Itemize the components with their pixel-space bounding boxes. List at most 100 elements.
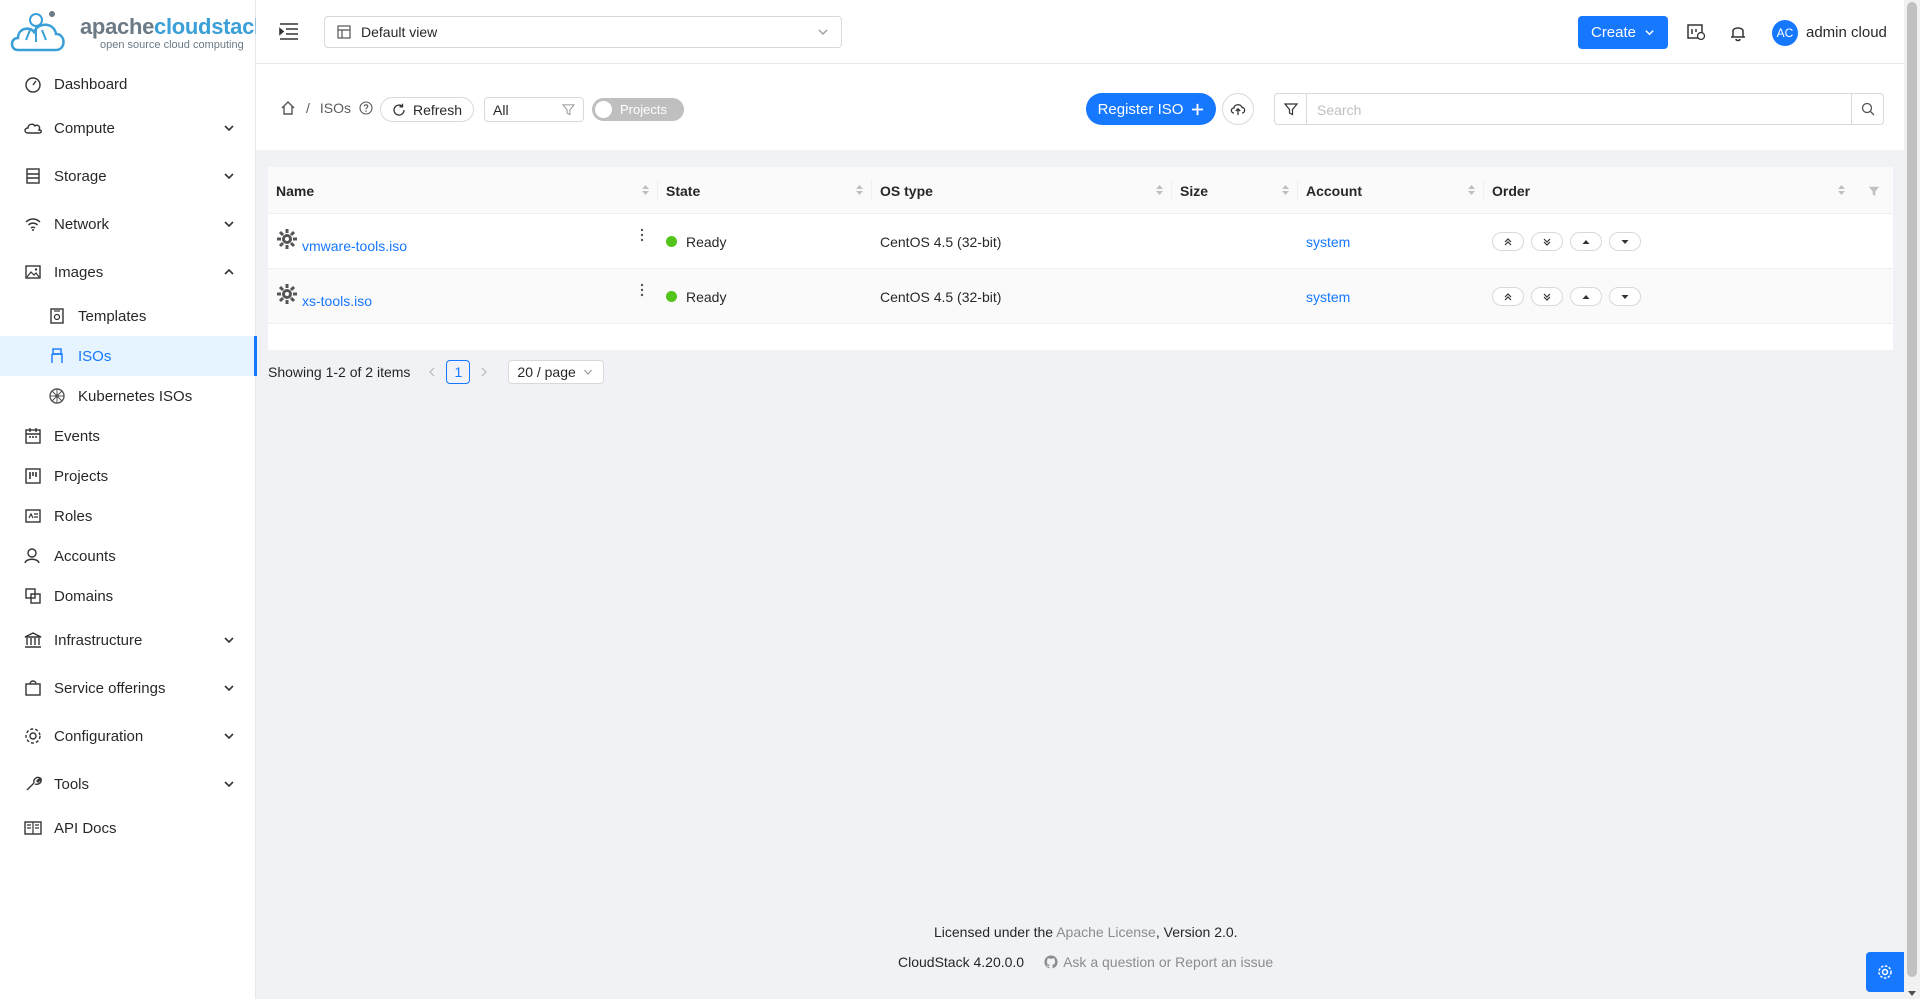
search-button[interactable]: [1851, 94, 1883, 124]
state-cell: Ready: [666, 269, 726, 324]
sidebar-item-accounts[interactable]: Accounts: [0, 536, 256, 576]
column-filter-button[interactable]: [1854, 167, 1893, 214]
status-dot: [666, 236, 677, 247]
sidebar-item-api-docs[interactable]: API Docs: [0, 808, 256, 848]
move-to-bottom-button[interactable]: [1531, 287, 1563, 306]
move-up-button[interactable]: [1570, 287, 1602, 306]
search-input[interactable]: [1317, 100, 1817, 120]
move-to-top-button[interactable]: [1492, 232, 1524, 251]
question-circle-icon[interactable]: [359, 101, 373, 115]
sidebar-item-events[interactable]: Events: [0, 416, 256, 456]
license-prefix: Licensed under the: [934, 924, 1057, 940]
notifications-button[interactable]: [1726, 20, 1750, 44]
sidebar-item-roles[interactable]: Roles: [0, 496, 256, 536]
sidebar-item-kubernetes-isos[interactable]: Kubernetes ISOs: [0, 376, 256, 416]
iso-name-link[interactable]: xs-tools.iso: [302, 293, 372, 309]
move-down-button[interactable]: [1609, 287, 1641, 306]
scrollbar-thumb[interactable]: [1907, 2, 1917, 977]
top-header: Default view Create AC admin cloud: [256, 0, 1904, 64]
sidebar-item-compute[interactable]: Compute: [0, 104, 256, 152]
column-header-account[interactable]: Account: [1298, 167, 1484, 214]
sidebar-item-label: Infrastructure: [54, 631, 143, 649]
column-header-state[interactable]: State: [658, 167, 872, 214]
sidebar-item-label: Network: [54, 215, 110, 233]
chevron-down-icon: [224, 125, 234, 132]
sidebar-item-service-offerings[interactable]: Service offerings: [0, 664, 256, 712]
page-scrollbar[interactable]: [1904, 0, 1920, 999]
move-to-top-button[interactable]: [1492, 287, 1524, 306]
sort-icon: [1282, 185, 1289, 195]
sidebar-item-dashboard[interactable]: Dashboard: [0, 64, 256, 104]
breadcrumb-current: ISOs: [319, 100, 352, 116]
plus-icon: [1192, 103, 1204, 115]
filter-select[interactable]: All: [484, 97, 584, 122]
search-filter-button[interactable]: [1275, 94, 1307, 124]
settings-button[interactable]: [1866, 952, 1904, 992]
more-vertical-icon[interactable]: [639, 228, 645, 242]
view-select[interactable]: Default view: [324, 16, 842, 48]
column-header-label: Name: [276, 182, 315, 199]
column-header-size[interactable]: Size: [1172, 167, 1298, 214]
register-iso-label: Register ISO: [1097, 100, 1184, 118]
view-select-value: Default view: [361, 24, 438, 40]
create-label: Create: [1590, 24, 1637, 41]
sidebar-item-projects[interactable]: Projects: [0, 456, 256, 496]
page-number[interactable]: 1: [446, 360, 471, 384]
scroll-down-arrow[interactable]: [1908, 991, 1916, 996]
iso-gear-icon: [277, 228, 297, 249]
column-header-order[interactable]: Order: [1484, 167, 1854, 214]
move-to-bottom-button[interactable]: [1531, 232, 1563, 251]
double-down-icon: [1543, 238, 1551, 246]
projects-switch-button[interactable]: [1684, 20, 1708, 44]
next-page-button[interactable]: [474, 367, 494, 377]
sidebar-item-isos[interactable]: ISOs: [0, 336, 257, 376]
column-header-name[interactable]: Name: [268, 167, 658, 214]
prev-page-button[interactable]: [422, 367, 442, 377]
move-up-button[interactable]: [1570, 232, 1602, 251]
iso-gear-icon: [277, 283, 297, 304]
register-iso-button[interactable]: Register ISO: [1086, 93, 1216, 125]
sidebar-item-templates[interactable]: Templates: [0, 296, 256, 336]
refresh-button[interactable]: Refresh: [380, 97, 474, 122]
sidebar-item-configuration[interactable]: Configuration: [0, 712, 256, 760]
account-link[interactable]: system: [1306, 269, 1350, 324]
shopping-icon: [24, 679, 42, 697]
search-icon: [1861, 102, 1874, 116]
iso-name-link[interactable]: vmware-tools.iso: [302, 238, 407, 254]
chevron-down-icon: [224, 781, 234, 788]
sidebar-item-network[interactable]: Network: [0, 200, 256, 248]
github-icon: [1044, 955, 1058, 969]
project-switch-icon: [1687, 24, 1706, 41]
sidebar-item-tools[interactable]: Tools: [0, 760, 256, 808]
column-header-os-type[interactable]: OS type: [872, 167, 1172, 214]
page-size-select[interactable]: 20 / page: [508, 360, 605, 384]
sidebar-item-storage[interactable]: Storage: [0, 152, 256, 200]
account-link[interactable]: system: [1306, 214, 1350, 269]
projects-toggle[interactable]: Projects: [592, 98, 684, 121]
sidebar-item-images[interactable]: Images: [0, 248, 256, 296]
upload-iso-button[interactable]: [1222, 93, 1254, 125]
menu-fold-icon[interactable]: [278, 20, 300, 42]
more-vertical-icon[interactable]: [639, 283, 645, 297]
read-icon: [24, 819, 42, 837]
chevron-down-icon: [584, 369, 593, 375]
move-down-button[interactable]: [1609, 232, 1641, 251]
avatar[interactable]: AC: [1772, 20, 1798, 46]
sidebar-item-domains[interactable]: Domains: [0, 576, 256, 616]
license-link[interactable]: Apache License: [1056, 924, 1156, 940]
kubernetes-icon: [48, 387, 66, 405]
create-button[interactable]: Create: [1578, 16, 1668, 49]
home-icon[interactable]: [280, 100, 296, 116]
sidebar-item-infrastructure[interactable]: Infrastructure: [0, 616, 256, 664]
filter-icon: [1868, 186, 1879, 196]
chevron-down-icon: [224, 733, 234, 740]
double-up-icon: [1504, 292, 1512, 300]
status-dot: [666, 291, 677, 302]
sidebar-item-label: Tools: [54, 775, 90, 793]
logo[interactable]: apachecloudstack open source cloud compu…: [8, 6, 266, 61]
report-issue-link[interactable]: Ask a question or Report an issue: [1044, 954, 1273, 970]
chevron-down-icon: [224, 685, 234, 692]
username[interactable]: admin cloud: [1806, 24, 1887, 41]
sidebar-item-label: Storage: [54, 167, 107, 185]
breadcrumb-separator: /: [306, 100, 310, 116]
